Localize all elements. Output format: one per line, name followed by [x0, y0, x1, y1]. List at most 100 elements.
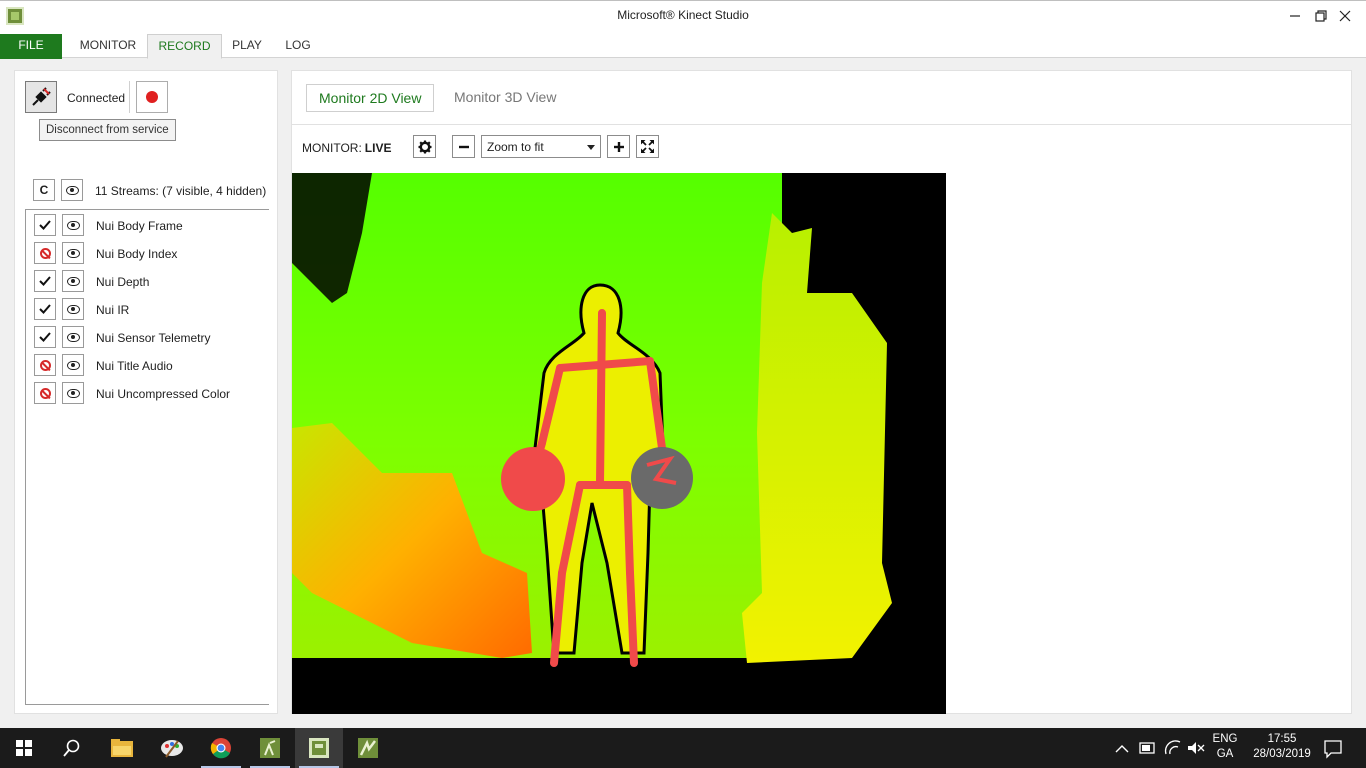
tray-icons: [1115, 740, 1205, 755]
notifications-button[interactable]: [1322, 728, 1346, 768]
clock-time: 17:55: [1267, 733, 1297, 745]
stream-visibility-toggle[interactable]: [62, 354, 84, 376]
stream-name: Nui Uncompressed Color: [96, 387, 231, 401]
depth-monitor-view[interactable]: [292, 173, 946, 714]
depth-image: [292, 173, 946, 714]
stream-name: Nui Body Index: [96, 247, 178, 261]
menu-tab-monitor[interactable]: MONITOR: [70, 34, 146, 59]
stream-row: Nui Body Index: [34, 242, 264, 266]
monitor-panel: Monitor 2D View Monitor 3D View MONITOR:…: [291, 70, 1352, 714]
chevron-up-icon: [1115, 745, 1129, 753]
menu-tab-log[interactable]: LOG: [274, 34, 322, 59]
stream-record-toggle[interactable]: [34, 214, 56, 236]
record-button[interactable]: [136, 81, 168, 113]
taskbar-kinect-gesture[interactable]: [246, 728, 294, 768]
start-icon: [16, 740, 32, 756]
taskbar: ENG GA 17:55 28/03/2019: [0, 728, 1366, 768]
tooltip: Disconnect from service: [39, 119, 176, 141]
tab-divider: [292, 124, 1351, 125]
clock[interactable]: 17:55 28/03/2019: [1245, 728, 1319, 768]
taskbar-kinect-studio[interactable]: [295, 728, 343, 768]
language-indicator[interactable]: ENG GA: [1208, 728, 1242, 768]
eye-icon: [66, 248, 80, 258]
stream-row: Nui Depth: [34, 270, 264, 294]
tab-monitor-3d-view[interactable]: Monitor 3D View: [442, 84, 568, 112]
zoom-select[interactable]: Zoom to fit: [481, 135, 601, 158]
paint-icon: [161, 740, 183, 758]
stream-record-toggle[interactable]: [34, 298, 56, 320]
taskbar-chrome[interactable]: [197, 728, 245, 768]
stream-count: 11 Streams: (7 visible, 4 hidden): [95, 184, 267, 198]
toggle-visibility-button[interactable]: [61, 179, 83, 201]
stream-name: Nui Body Frame: [96, 219, 183, 233]
stream-row: Nui Uncompressed Color: [34, 382, 264, 406]
check-icon: [39, 332, 51, 342]
menu-tab-play[interactable]: PLAY: [222, 34, 272, 59]
zoom-in-button[interactable]: [607, 135, 630, 158]
close-button[interactable]: [1322, 3, 1366, 29]
record-icon: [146, 91, 158, 103]
stream-row: Nui IR: [34, 298, 264, 322]
streams-header: C 11 Streams: (7 visible, 4 hidden): [33, 179, 269, 203]
volume-muted-icon: [1188, 742, 1196, 754]
not-allowed-icon: [39, 387, 51, 399]
clock-date: 28/03/2019: [1253, 748, 1311, 760]
menu-tab-record[interactable]: RECORD: [147, 34, 222, 59]
zoom-out-button[interactable]: [452, 135, 475, 158]
stream-visibility-toggle[interactable]: [62, 242, 84, 264]
kinect-studio-icon: [309, 738, 329, 758]
plus-icon: [613, 141, 624, 152]
system-tray-icons: [1112, 728, 1206, 768]
taskbar-paint[interactable]: [148, 728, 196, 768]
stream-row: Nui Body Frame: [34, 214, 264, 238]
gear-icon: [418, 140, 431, 153]
monitor-settings-button[interactable]: [413, 135, 436, 158]
tab-monitor-2d-view[interactable]: Monitor 2D View: [306, 84, 435, 112]
stream-visibility-toggle[interactable]: [62, 326, 84, 348]
chrome-icon: [210, 738, 231, 759]
taskbar-file-explorer[interactable]: [98, 728, 146, 768]
eye-icon: [66, 360, 80, 370]
monitor-toolbar: MONITOR: LIVE Zoom to fit: [302, 135, 702, 159]
connect-toggle-button[interactable]: [25, 81, 57, 113]
title-bar: Microsoft® Kinect Studio: [0, 0, 1366, 30]
left-hand-state: [501, 447, 565, 511]
taskbar-kinect-evolution[interactable]: [344, 728, 392, 768]
eye-icon: [66, 220, 80, 230]
stream-visibility-toggle[interactable]: [62, 382, 84, 404]
record-panel: Connected Disconnect from service C 11 S…: [14, 70, 278, 714]
right-hand-state: [631, 447, 693, 509]
chevron-down-icon: [587, 145, 595, 150]
stream-record-toggle[interactable]: [34, 382, 56, 404]
not-allowed-icon: [39, 359, 51, 371]
fullscreen-button[interactable]: [636, 135, 659, 158]
eye-icon: [66, 388, 80, 398]
search-button[interactable]: [48, 728, 96, 768]
keyboard-layout: GA: [1216, 748, 1234, 760]
monitor-label-text: MONITOR:: [302, 141, 362, 155]
stream-record-toggle[interactable]: [34, 242, 56, 264]
window-title: Microsoft® Kinect Studio: [617, 8, 749, 22]
kinect-gesture-icon: [260, 738, 280, 758]
stream-visibility-toggle[interactable]: [62, 214, 84, 236]
stream-visibility-toggle[interactable]: [62, 270, 84, 292]
kinect-evolution-icon: [358, 738, 378, 758]
start-button[interactable]: [0, 728, 48, 768]
menu-file[interactable]: FILE: [0, 34, 62, 59]
plug-icon: [32, 87, 51, 106]
monitor-label: MONITOR: LIVE: [302, 141, 391, 155]
menu-bar: FILE MONITOR RECORD PLAY LOG: [0, 30, 1366, 59]
eye-icon: [66, 332, 80, 342]
zoom-select-value: Zoom to fit: [487, 140, 544, 154]
monitor-live-status: LIVE: [364, 141, 392, 155]
stream-record-toggle[interactable]: [34, 326, 56, 348]
clear-streams-button[interactable]: C: [33, 179, 55, 201]
stream-list: Nui Body Frame Nui Body Index Nui Depth Nui…: [25, 209, 269, 705]
connection-status: Connected: [67, 91, 126, 105]
stream-visibility-toggle[interactable]: [62, 298, 84, 320]
stream-record-toggle[interactable]: [34, 270, 56, 292]
stream-record-toggle[interactable]: [34, 354, 56, 376]
not-allowed-icon: [39, 247, 51, 259]
search-icon: [63, 739, 80, 757]
toolbar-separator: [129, 81, 130, 113]
